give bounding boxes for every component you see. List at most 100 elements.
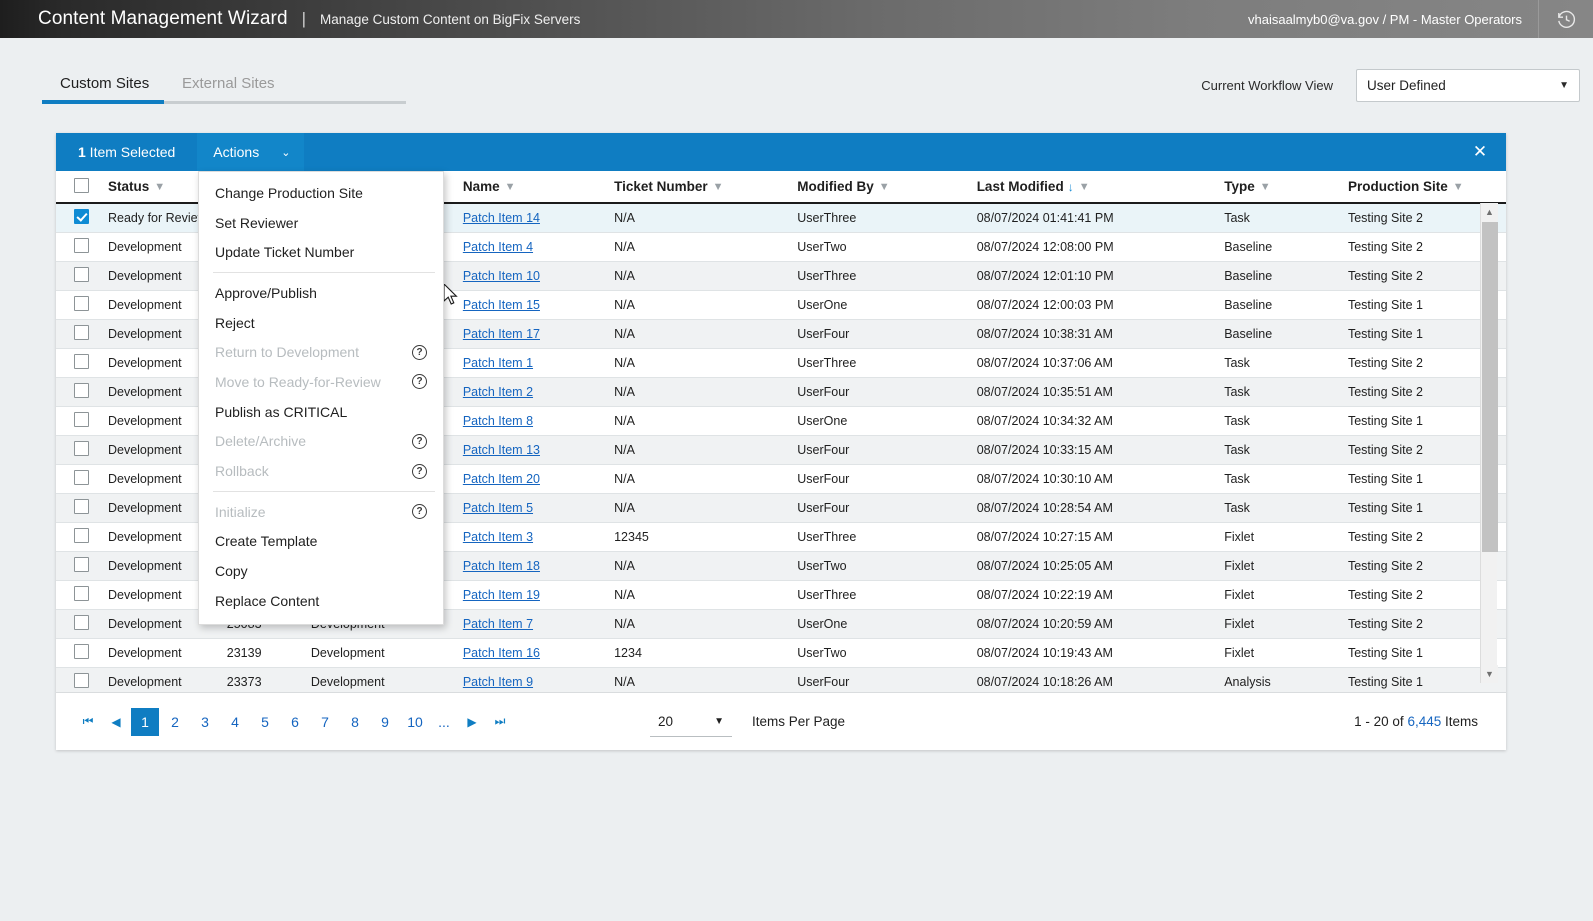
item-name-link[interactable]: Patch Item 15 xyxy=(463,298,540,312)
row-checkbox-cell[interactable] xyxy=(56,551,108,581)
column-header-last-modified[interactable]: Last Modified ↓ ▼ xyxy=(976,171,1225,204)
pagination-page-5[interactable]: 5 xyxy=(251,708,279,736)
item-name-link[interactable]: Patch Item 1 xyxy=(463,356,533,370)
pagination-page-2[interactable]: 2 xyxy=(161,708,189,736)
row-checkbox-cell[interactable] xyxy=(56,609,108,639)
cell-name[interactable]: Patch Item 10 xyxy=(440,261,615,291)
cell-name[interactable]: Patch Item 14 xyxy=(440,203,615,233)
row-checkbox[interactable] xyxy=(74,585,89,601)
item-name-link[interactable]: Patch Item 7 xyxy=(463,617,533,631)
row-checkbox-cell[interactable] xyxy=(56,290,108,320)
row-checkbox[interactable] xyxy=(74,295,89,311)
row-checkbox-cell[interactable] xyxy=(56,348,108,378)
filter-icon[interactable]: ▼ xyxy=(505,181,516,193)
close-icon[interactable]: ✕ xyxy=(1454,133,1506,171)
pagination-page-6[interactable]: 6 xyxy=(281,708,309,736)
row-checkbox[interactable] xyxy=(74,527,89,543)
cell-name[interactable]: Patch Item 17 xyxy=(440,319,615,349)
cell-name[interactable]: Patch Item 3 xyxy=(440,522,615,552)
row-checkbox[interactable] xyxy=(74,353,89,369)
row-checkbox[interactable] xyxy=(74,411,89,427)
row-checkbox[interactable] xyxy=(74,208,89,224)
item-name-link[interactable]: Patch Item 3 xyxy=(463,530,533,544)
pagination-last-button[interactable]: ⏭ xyxy=(486,708,514,736)
menu-item-publish-as-critical[interactable]: Publish as CRITICAL xyxy=(199,397,443,427)
row-checkbox-cell[interactable] xyxy=(56,580,108,610)
menu-item-replace-content[interactable]: Replace Content xyxy=(199,586,443,616)
menu-item-change-production-site[interactable]: Change Production Site xyxy=(199,178,443,208)
pagination-page-7[interactable]: 7 xyxy=(311,708,339,736)
cell-name[interactable]: Patch Item 20 xyxy=(440,464,615,494)
filter-icon[interactable]: ▼ xyxy=(713,181,724,193)
menu-item-create-template[interactable]: Create Template xyxy=(199,527,443,557)
scroll-up-icon[interactable]: ▲ xyxy=(1481,203,1498,221)
row-checkbox-cell[interactable] xyxy=(56,203,108,233)
help-icon[interactable]: ? xyxy=(412,504,427,520)
column-header-type[interactable]: Type ▼ xyxy=(1224,171,1348,204)
pagination-next-button[interactable]: ▶ xyxy=(458,708,486,736)
row-checkbox[interactable] xyxy=(74,469,89,485)
column-header-modified-by[interactable]: Modified By ▼ xyxy=(797,171,977,204)
row-checkbox-cell[interactable] xyxy=(56,261,108,291)
filter-icon[interactable]: ▼ xyxy=(1079,181,1090,193)
pagination-page-1[interactable]: 1 xyxy=(131,707,159,736)
row-checkbox-cell[interactable] xyxy=(56,493,108,523)
table-vertical-scrollbar[interactable]: ▲ ▼ xyxy=(1480,203,1498,683)
item-name-link[interactable]: Patch Item 10 xyxy=(463,269,540,283)
row-checkbox[interactable] xyxy=(74,643,89,659)
menu-item-set-reviewer[interactable]: Set Reviewer xyxy=(199,208,443,238)
item-name-link[interactable]: Patch Item 17 xyxy=(463,327,540,341)
item-name-link[interactable]: Patch Item 18 xyxy=(463,559,540,573)
cell-name[interactable]: Patch Item 19 xyxy=(440,580,615,610)
column-header-name[interactable]: Name ▼ xyxy=(440,171,615,204)
row-checkbox-cell[interactable] xyxy=(56,232,108,262)
item-name-link[interactable]: Patch Item 2 xyxy=(463,385,533,399)
item-name-link[interactable]: Patch Item 13 xyxy=(463,443,540,457)
help-icon[interactable]: ? xyxy=(412,344,427,360)
items-per-page-select[interactable]: 20 ▼ xyxy=(650,707,732,737)
row-checkbox[interactable] xyxy=(74,614,89,630)
vertical-scroll-thumb[interactable] xyxy=(1482,222,1498,552)
pagination-page-3[interactable]: 3 xyxy=(191,708,219,736)
item-name-link[interactable]: Patch Item 20 xyxy=(463,472,540,486)
row-checkbox-cell[interactable] xyxy=(56,464,108,494)
row-checkbox-cell[interactable] xyxy=(56,435,108,465)
help-icon[interactable]: ? xyxy=(412,374,427,390)
history-icon[interactable] xyxy=(1539,0,1593,38)
item-name-link[interactable]: Patch Item 5 xyxy=(463,501,533,515)
menu-item-update-ticket-number[interactable]: Update Ticket Number xyxy=(199,237,443,267)
actions-button[interactable]: Actions ⌄ xyxy=(197,133,305,171)
cell-name[interactable]: Patch Item 5 xyxy=(440,493,615,523)
help-icon[interactable]: ? xyxy=(412,463,427,479)
row-checkbox-cell[interactable] xyxy=(56,377,108,407)
item-name-link[interactable]: Patch Item 8 xyxy=(463,414,533,428)
item-name-link[interactable]: Patch Item 4 xyxy=(463,240,533,254)
pagination-page-8[interactable]: 8 xyxy=(341,708,369,736)
row-checkbox[interactable] xyxy=(74,266,89,282)
pagination-prev-button[interactable]: ◀ xyxy=(102,708,130,736)
help-icon[interactable]: ? xyxy=(412,433,427,449)
item-name-link[interactable]: Patch Item 16 xyxy=(463,646,540,660)
row-checkbox[interactable] xyxy=(74,672,89,688)
pagination-page-9[interactable]: 9 xyxy=(371,708,399,736)
cell-name[interactable]: Patch Item 15 xyxy=(440,290,615,320)
sort-descending-icon[interactable]: ↓ xyxy=(1068,180,1074,194)
column-header-production-site[interactable]: Production Site ▼ xyxy=(1347,171,1506,204)
menu-item-copy[interactable]: Copy xyxy=(199,556,443,586)
cell-name[interactable]: Patch Item 4 xyxy=(440,232,615,262)
cell-name[interactable]: Patch Item 13 xyxy=(440,435,615,465)
row-checkbox-cell[interactable] xyxy=(56,319,108,349)
cell-name[interactable]: Patch Item 8 xyxy=(440,406,615,436)
item-name-link[interactable]: Patch Item 14 xyxy=(463,211,540,225)
pagination-page-4[interactable]: 4 xyxy=(221,708,249,736)
pagination-page-10[interactable]: 10 xyxy=(401,708,429,736)
row-checkbox[interactable] xyxy=(74,382,89,398)
filter-icon[interactable]: ▼ xyxy=(1260,181,1271,193)
item-name-link[interactable]: Patch Item 19 xyxy=(463,588,540,602)
row-checkbox[interactable] xyxy=(74,556,89,572)
column-header-ticket-number[interactable]: Ticket Number ▼ xyxy=(614,171,798,204)
item-name-link[interactable]: Patch Item 9 xyxy=(463,675,533,689)
row-checkbox[interactable] xyxy=(74,324,89,340)
tab-external-sites[interactable]: External Sites xyxy=(178,60,279,107)
cell-name[interactable]: Patch Item 1 xyxy=(440,348,615,378)
